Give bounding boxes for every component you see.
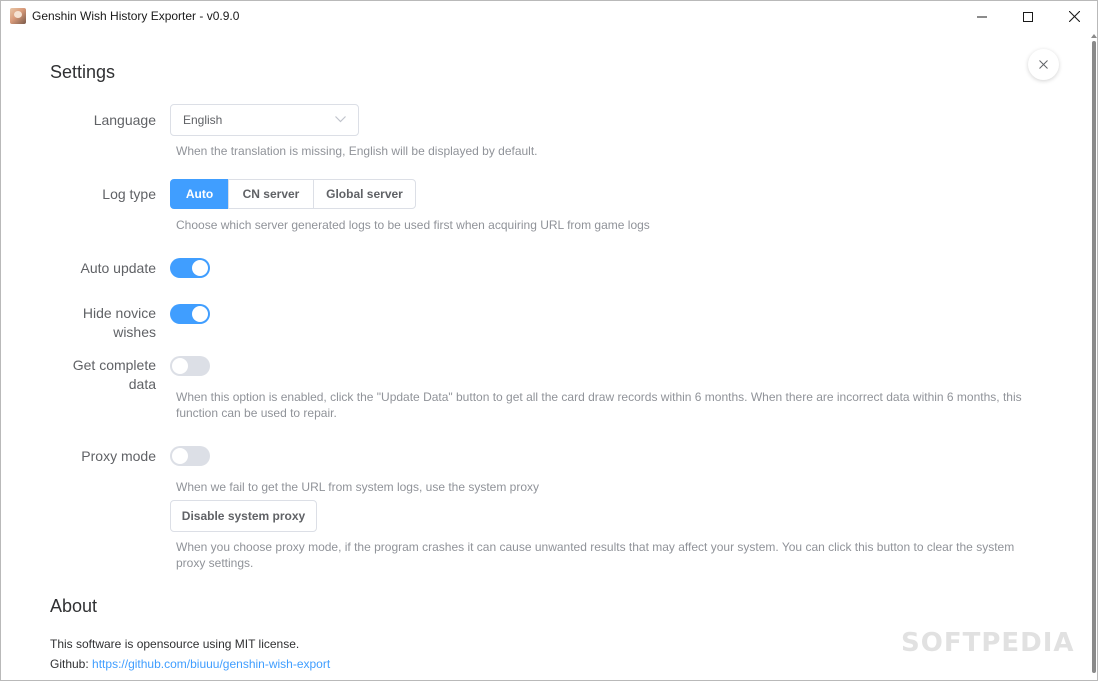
complete-data-label: Get complete data — [73, 356, 156, 394]
close-icon — [1039, 60, 1048, 69]
title-bar[interactable]: Genshin Wish History Exporter - v0.9.0 — [1, 1, 1097, 32]
chevron-down-icon — [335, 116, 346, 123]
hide-novice-label-line2: wishes — [113, 324, 156, 340]
github-link[interactable]: https://github.com/biuuu/genshin-wish-ex… — [92, 657, 330, 671]
switch-knob — [172, 358, 188, 374]
app-window: Genshin Wish History Exporter - v0.9.0 S… — [0, 0, 1098, 681]
minimize-button[interactable] — [959, 1, 1005, 32]
window-title: Genshin Wish History Exporter - v0.9.0 — [32, 9, 240, 23]
watermark: SOFTPEDIA — [901, 628, 1075, 658]
close-settings-button[interactable] — [1028, 49, 1059, 80]
complete-data-label-line2: data — [128, 376, 156, 392]
proxy-mode-hint: When we fail to get the URL from system … — [176, 480, 540, 494]
proxy-mode-switch[interactable] — [170, 446, 210, 466]
language-select[interactable]: English — [170, 104, 359, 136]
vertical-scrollbar[interactable] — [1091, 32, 1097, 680]
settings-title: Settings — [50, 62, 116, 82]
log-type-cn-option[interactable]: CN server — [228, 179, 314, 209]
github-line: Github: https://github.com/biuuu/genshin… — [50, 657, 330, 671]
scroll-up-arrow-icon[interactable] — [1091, 34, 1097, 38]
language-select-value: English — [183, 113, 223, 127]
minimize-icon — [977, 16, 987, 17]
log-type-global-option[interactable]: Global server — [313, 179, 416, 209]
complete-data-hint-line1: When this option is enabled, click the "… — [176, 390, 1022, 404]
switch-knob — [172, 448, 188, 464]
log-type-auto-option[interactable]: Auto — [170, 179, 229, 209]
language-hint: When the translation is missing, English… — [176, 144, 538, 158]
switch-knob — [192, 260, 208, 276]
about-title: About — [50, 596, 98, 616]
app-icon — [10, 8, 26, 24]
log-type-label: Log type — [102, 186, 156, 202]
hide-novice-label: Hide novice wishes — [83, 304, 156, 342]
disable-system-proxy-button[interactable]: Disable system proxy — [170, 500, 317, 532]
maximize-icon — [1023, 11, 1033, 22]
auto-update-switch[interactable] — [170, 258, 210, 278]
switch-knob — [192, 306, 208, 322]
close-icon — [1068, 11, 1080, 22]
proxy-mode-label: Proxy mode — [81, 448, 156, 464]
github-label: Github: — [50, 657, 89, 671]
proxy-button-hint-line1: When you choose proxy mode, if the progr… — [176, 540, 1015, 554]
proxy-button-hint-line2: proxy settings. — [176, 556, 254, 570]
hide-novice-switch[interactable] — [170, 304, 210, 324]
log-type-hint: Choose which server generated logs to be… — [176, 218, 650, 232]
close-window-button[interactable] — [1051, 1, 1097, 32]
maximize-button[interactable] — [1005, 1, 1051, 32]
license-text: This software is opensource using MIT li… — [50, 637, 300, 651]
complete-data-hint-line2: function can be used to repair. — [176, 406, 337, 420]
complete-data-switch[interactable] — [170, 356, 210, 376]
auto-update-label: Auto update — [80, 260, 156, 276]
language-label: Language — [93, 112, 156, 128]
complete-data-label-line1: Get complete — [72, 357, 156, 373]
scrollbar-thumb[interactable] — [1092, 41, 1096, 673]
hide-novice-label-line1: Hide novice — [82, 305, 156, 321]
